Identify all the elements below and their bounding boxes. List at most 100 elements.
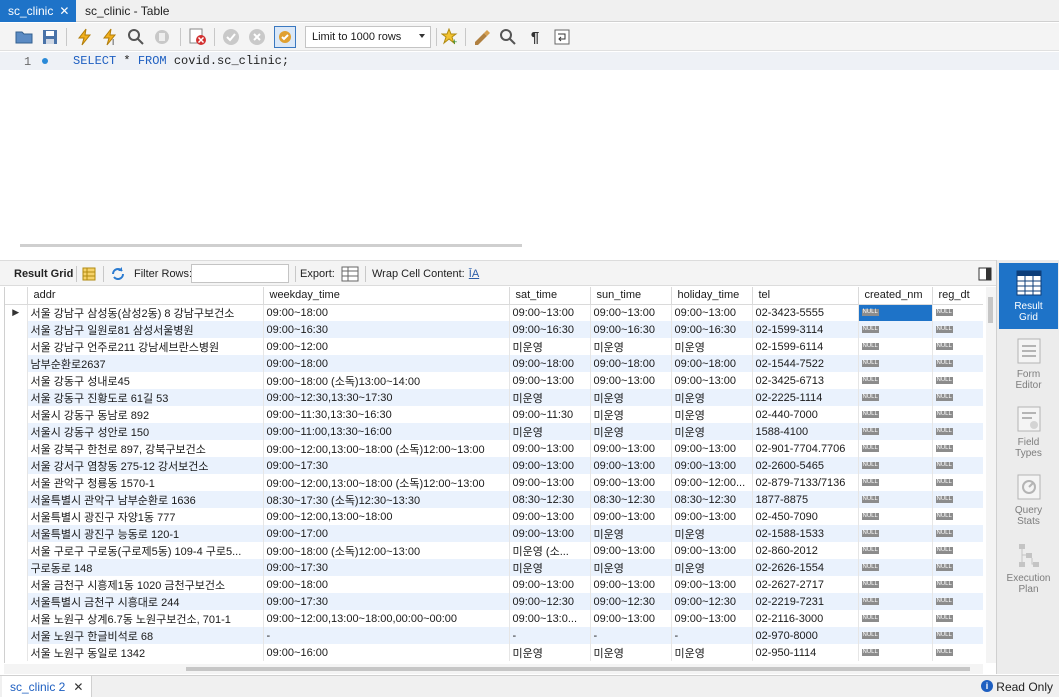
table-cell[interactable]: 09:00~13:00 [509, 508, 591, 525]
table-row[interactable]: 서울 노원구 동일로 1342 09:00~16:00 미운영 미운영 미운영 02-95… [5, 644, 983, 661]
close-icon[interactable]: ✕ [73, 680, 83, 694]
table-cell[interactable]: NULL [932, 372, 983, 389]
table-row[interactable]: 서울특별시 광진구 자양1동 777 09:00~12:00,13:00~18:0… [5, 508, 983, 525]
table-cell[interactable]: 09:00~18:00 [263, 304, 510, 321]
row-marker[interactable] [5, 542, 28, 559]
table-cell[interactable]: 02-3423-5555 [752, 304, 859, 321]
side-form-editor-button[interactable]: Form Editor [999, 331, 1058, 397]
table-cell[interactable]: NULL [858, 576, 933, 593]
table-cell[interactable]: 09:00~13:00 [509, 440, 591, 457]
table-cell[interactable]: 미운영 [509, 644, 591, 661]
autocommit-icon[interactable] [274, 26, 296, 48]
table-cell[interactable]: 02-970-8000 [752, 627, 859, 644]
table-cell[interactable]: 09:00~18:00 [263, 355, 510, 372]
table-cell[interactable]: 서울특별시 광진구 자양1동 777 [27, 508, 264, 525]
table-cell[interactable]: NULL [858, 610, 933, 627]
table-cell[interactable]: 09:00~12:00,13:00~18:00,00:00~00:00 [263, 610, 510, 627]
table-cell[interactable]: 09:00~13:00 [590, 610, 672, 627]
table-cell[interactable]: 09:00~12:30 [509, 593, 591, 610]
table-cell[interactable]: 02-1588-1533 [752, 525, 859, 542]
row-marker[interactable] [5, 644, 28, 661]
table-cell[interactable]: NULL [858, 423, 933, 440]
table-cell[interactable]: 서울 강동구 성내로45 [27, 372, 264, 389]
table-cell[interactable]: 미운영 [590, 559, 672, 576]
table-row[interactable]: 서울 강남구 언주로211 강남세브란스병원 09:00~12:00 미운영 미운영 미… [5, 338, 983, 355]
table-cell[interactable]: 09:00~13:00 [509, 525, 591, 542]
table-cell[interactable]: 서울 강동구 진황도로 61길 53 [27, 389, 264, 406]
result-grid-label[interactable]: Result Grid [14, 268, 73, 280]
refresh-icon[interactable] [107, 263, 129, 285]
table-row[interactable]: 서울시 강동구 동남로 892 09:00~11:30,13:30~16:30 09… [5, 406, 983, 423]
table-row[interactable]: 서울특별시 금천구 시흥대로 244 09:00~17:30 09:00~12:30… [5, 593, 983, 610]
table-cell[interactable]: NULL [858, 321, 933, 338]
editor-horizontal-scrollbar[interactable] [20, 244, 522, 247]
table-cell[interactable]: 09:00~16:30 [671, 321, 753, 338]
table-cell[interactable]: 02-860-2012 [752, 542, 859, 559]
column-header[interactable]: sun_time [590, 287, 672, 305]
table-cell[interactable]: 서울 노원구 한글비석로 68 [27, 627, 264, 644]
table-cell[interactable]: 02-2219-7231 [752, 593, 859, 610]
table-cell[interactable]: 09:00~12:30 [671, 593, 753, 610]
table-row[interactable]: 남부순환로2637 09:00~18:00 09:00~18:00 09:00~18:… [5, 355, 983, 372]
grid-vertical-scrollbar[interactable] [986, 287, 996, 663]
table-cell[interactable]: 미운영 [671, 389, 753, 406]
table-cell[interactable]: 09:00~11:30,13:30~16:30 [263, 406, 510, 423]
table-cell[interactable]: 02-901-7704.7706 [752, 440, 859, 457]
table-cell[interactable]: 02-2626-1554 [752, 559, 859, 576]
table-cell[interactable]: NULL [858, 491, 933, 508]
table-cell[interactable]: 구로동로 148 [27, 559, 264, 576]
table-cell[interactable]: 09:00~17:00 [263, 525, 510, 542]
table-row[interactable]: 서울 강서구 염창동 275-12 강서보건소 09:00~17:30 09:00~… [5, 457, 983, 474]
table-cell[interactable]: 09:00~13:00 [509, 576, 591, 593]
column-header[interactable]: holiday_time [671, 287, 753, 305]
table-cell[interactable]: 02-1599-3114 [752, 321, 859, 338]
table-cell[interactable]: 02-1544-7522 [752, 355, 859, 372]
limit-rows-select[interactable]: Limit to 1000 rows [305, 26, 431, 48]
table-cell[interactable]: 미운영 [590, 525, 672, 542]
current-row-marker-icon[interactable]: ▶ [5, 304, 28, 321]
table-row[interactable]: 서울시 강동구 성안로 150 09:00~11:00,13:30~16:00 미운… [5, 423, 983, 440]
table-cell[interactable]: 09:00~12:00,13:00~18:00 [263, 508, 510, 525]
table-cell[interactable]: 09:00~13:00 [590, 457, 672, 474]
row-marker[interactable] [5, 423, 28, 440]
table-row[interactable]: 서울 강동구 성내로45 09:00~18:00 (소독)13:00~14:00 0… [5, 372, 983, 389]
table-row[interactable]: 서울 강동구 진황도로 61길 53 09:00~12:30,13:30~17:3… [5, 389, 983, 406]
table-cell[interactable]: - [671, 627, 753, 644]
table-row[interactable]: 서울 관악구 청룡동 1570-1 09:00~12:00,13:00~18:00… [5, 474, 983, 491]
table-cell[interactable]: 09:00~11:30 [509, 406, 591, 423]
column-header[interactable]: addr [27, 287, 264, 305]
table-cell[interactable]: 02-2116-3000 [752, 610, 859, 627]
table-cell[interactable]: NULL [858, 474, 933, 491]
table-cell[interactable]: 미운영 [590, 406, 672, 423]
table-cell[interactable]: 서울 강남구 일원로81 삼성서울병원 [27, 321, 264, 338]
table-cell[interactable]: 09:00~13:00 [590, 542, 672, 559]
table-cell[interactable]: NULL [932, 321, 983, 338]
table-cell[interactable]: NULL [858, 389, 933, 406]
row-marker[interactable] [5, 406, 28, 423]
table-cell[interactable]: 02-3425-6713 [752, 372, 859, 389]
table-cell[interactable]: NULL [932, 542, 983, 559]
table-cell[interactable]: 미운영 [590, 644, 672, 661]
table-cell[interactable]: NULL [932, 576, 983, 593]
row-marker[interactable] [5, 627, 28, 644]
table-cell[interactable]: NULL [932, 610, 983, 627]
table-cell[interactable]: 미운영 [509, 389, 591, 406]
invisible-chars-icon[interactable]: ¶ [524, 26, 546, 48]
table-cell[interactable]: NULL [858, 440, 933, 457]
row-marker[interactable] [5, 338, 28, 355]
row-marker[interactable] [5, 372, 28, 389]
info-icon[interactable]: i [981, 680, 993, 692]
table-cell[interactable]: 미운영 (소... [509, 542, 591, 559]
table-row[interactable]: 서울 노원구 상계6.7동 노원구보건소, 701-1 09:00~12:00,1… [5, 610, 983, 627]
execute-icon[interactable] [73, 26, 95, 48]
close-icon[interactable]: ✕ [59, 4, 69, 18]
table-cell[interactable]: 미운영 [590, 338, 672, 355]
table-cell[interactable]: 서울 노원구 동일로 1342 [27, 644, 264, 661]
table-cell[interactable]: 02-950-1114 [752, 644, 859, 661]
table-cell[interactable]: NULL [858, 542, 933, 559]
table-cell[interactable]: 미운영 [671, 525, 753, 542]
table-cell[interactable]: 미운영 [671, 406, 753, 423]
column-header[interactable]: sat_time [509, 287, 591, 305]
table-cell[interactable]: 09:00~13:00 [509, 457, 591, 474]
side-result-grid-button[interactable]: Result Grid [999, 263, 1058, 329]
